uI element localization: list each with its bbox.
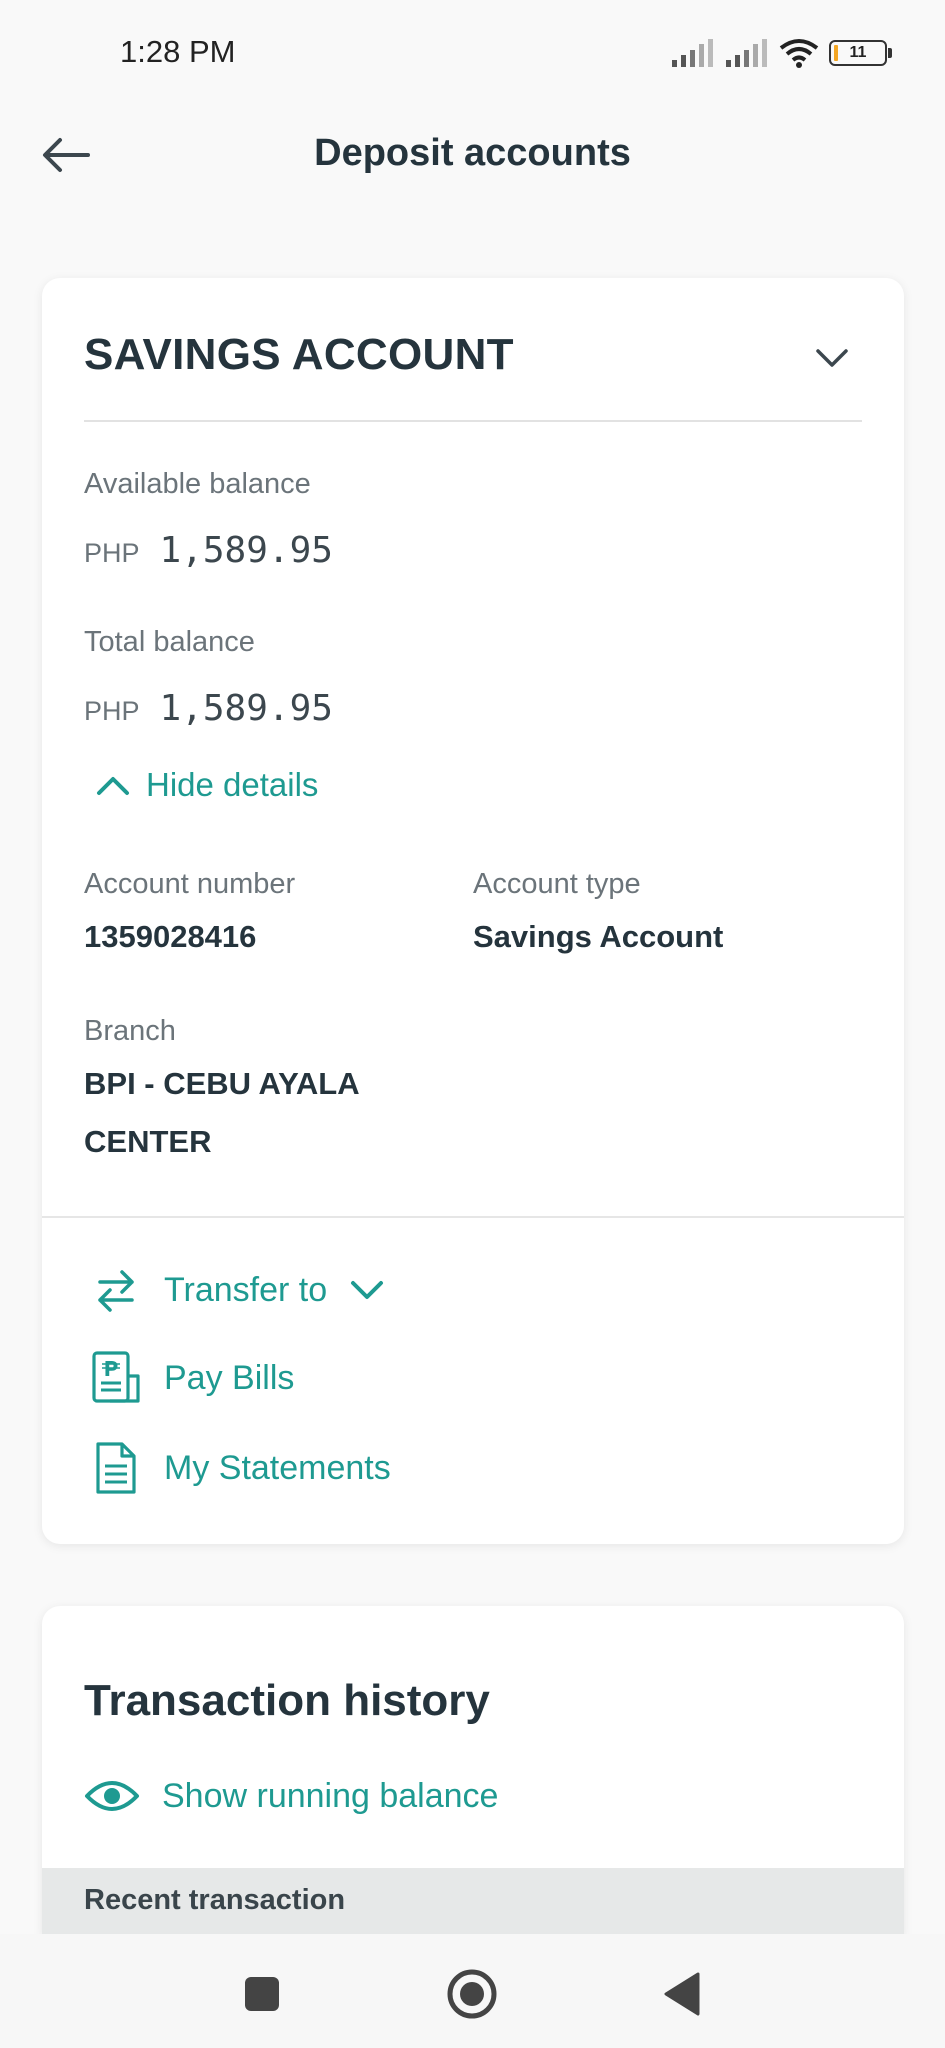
currency-label: PHP [84,696,140,726]
account-number-label: Account number [84,868,296,900]
svg-text:P: P [104,1357,119,1381]
currency-label: PHP [84,538,140,568]
recent-transaction-header: Recent transaction [42,1868,904,1936]
signal-icon [672,39,713,67]
home-button[interactable] [442,1964,502,2024]
pay-bills-label: Pay Bills [164,1358,295,1397]
account-type-label: Account type [473,868,641,900]
recent-transaction-label: Recent transaction [84,1884,346,1916]
status-icons: 11 [671,38,892,68]
transaction-history-card: Transaction history Show running balance… [42,1606,904,1936]
battery-icon: 11 [829,40,892,66]
savings-account-card: SAVINGS ACCOUNT Available balance PHP 1,… [42,278,904,1544]
divider [42,1216,904,1218]
square-icon [245,1977,279,2011]
account-number: 1359028416 [84,919,257,954]
branch-line-1: BPI - CEBU AYALA [84,1066,360,1101]
show-running-balance-button[interactable]: Show running balance [84,1774,498,1818]
account-type: Savings Account [473,919,724,954]
wifi-icon [779,39,819,68]
available-balance-label: Available balance [84,468,311,500]
system-navigation-bar [0,1934,945,2048]
recent-apps-button[interactable] [232,1964,292,2024]
my-statements-label: My Statements [164,1448,391,1487]
available-balance: PHP 1,589.95 [84,530,333,571]
hide-details-label: Hide details [146,766,319,803]
account-header[interactable]: SAVINGS ACCOUNT [84,318,862,398]
signal-icon [726,39,767,67]
pay-bills-button[interactable]: P Pay Bills [88,1350,294,1406]
available-balance-amount: 1,589.95 [159,530,333,571]
branch-label: Branch [84,1015,176,1047]
transfer-to-button[interactable]: Transfer to [88,1262,387,1318]
account-dropdown-button[interactable] [812,340,852,376]
home-circle-icon [447,1969,497,2019]
hide-details-button[interactable]: Hide details [94,766,318,804]
transfer-to-label: Transfer to [164,1270,328,1309]
divider [84,420,862,422]
top-app-bar: Deposit accounts [0,110,945,200]
chevron-down-icon [816,349,848,367]
eye-icon [85,1781,139,1811]
status-time: 1:28 PM [120,34,236,69]
chevron-up-icon [97,777,129,795]
battery-level: 11 [849,44,867,61]
transaction-history-title: Transaction history [84,1676,490,1725]
total-balance-label: Total balance [84,626,255,658]
document-icon [96,1442,136,1494]
transfer-icon [98,1270,134,1312]
my-statements-button[interactable]: My Statements [88,1440,391,1496]
back-nav-button[interactable] [652,1964,712,2024]
page-title: Deposit accounts [314,132,631,174]
chevron-down-icon [351,1281,384,1299]
bill-icon: P [92,1351,140,1403]
account-title: SAVINGS ACCOUNT [84,330,514,379]
total-balance-amount: 1,589.95 [159,688,333,729]
show-running-balance-label: Show running balance [162,1776,499,1815]
total-balance: PHP 1,589.95 [84,688,333,729]
branch-line-2: CENTER [84,1124,212,1159]
triangle-back-icon [664,1972,700,2016]
status-bar: 1:28 PM 11 [0,0,945,110]
